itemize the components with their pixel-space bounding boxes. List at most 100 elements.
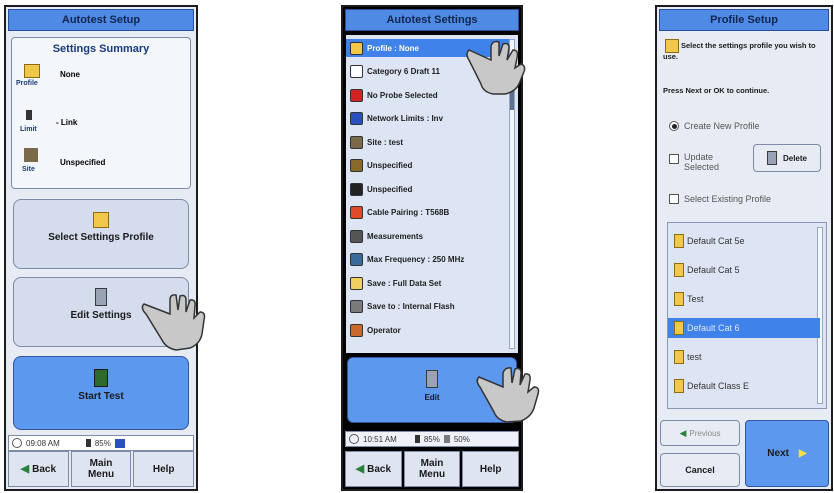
previous-label: Previous: [689, 428, 721, 438]
profile-list-item[interactable]: Default Cat 5e: [674, 231, 819, 251]
clipboard-icon: [95, 288, 107, 306]
back-button[interactable]: ◀ Back: [8, 451, 69, 487]
memory-icon: [443, 435, 450, 443]
start-test-icon: [94, 369, 108, 387]
summary-limit-value: - Link: [56, 118, 78, 127]
clock-icon: [12, 438, 22, 448]
settings-list-item[interactable]: Cable Pairing : T568B: [350, 204, 508, 222]
folder-icon: [93, 212, 109, 228]
main-menu-button[interactable]: Main Menu: [70, 451, 132, 487]
bottom-nav: ◀ Back Main Menu Help: [8, 451, 195, 487]
profile-list-item[interactable]: test: [674, 347, 819, 367]
settings-list-item[interactable]: Unspecified: [350, 157, 508, 175]
edit-settings-label: Edit Settings: [70, 310, 132, 321]
profile-list-item[interactable]: Test: [674, 289, 819, 309]
profile-list: Default Cat 5e Default Cat 5 Test Default C…: [667, 222, 827, 409]
settings-list-item-label: Category 6 Draft 11: [367, 67, 440, 76]
delete-label: Delete: [782, 153, 807, 163]
probe-icon: [350, 229, 363, 243]
battery-icon: [414, 435, 420, 443]
profile-name: test: [687, 352, 702, 362]
next-button[interactable]: Next ▶: [745, 420, 829, 487]
settings-list-item[interactable]: Operator: [350, 321, 508, 339]
folder-icon: [24, 64, 40, 78]
summary-row-limit: Limit - Link: [16, 108, 186, 144]
hand-pointer-icon: [141, 294, 206, 351]
status-time: 09:08 AM: [26, 438, 60, 448]
create-new-profile-label: Create New Profile: [684, 121, 760, 131]
settings-list-item-label: Cable Pairing : T568B: [367, 208, 450, 217]
bottom-nav: ◀ Back Main Menu Help: [345, 451, 520, 487]
autotest-setup-screen: Autotest Setup Settings Summary Profile …: [4, 5, 198, 491]
select-settings-profile-button[interactable]: Select Settings Profile: [13, 199, 189, 269]
profile-name: Default Class E: [687, 381, 750, 391]
create-new-profile-option[interactable]: Create New Profile: [669, 121, 760, 131]
status-battery: 85%: [94, 438, 111, 448]
delete-icon: [766, 151, 777, 165]
x-icon: [350, 88, 363, 102]
settings-list-item-label: No Probe Selected: [367, 90, 438, 100]
settings-list-item[interactable]: Save to : Internal Flash: [350, 298, 508, 316]
document-icon: [350, 65, 363, 78]
main-menu-label: Main Menu: [418, 458, 446, 480]
settings-list-item-label: Save to : Internal Flash: [367, 302, 455, 311]
instruction-continue-text: Press Next or OK to continue.: [663, 86, 770, 95]
instruction-text: Select the settings profile you wish to …: [663, 41, 816, 61]
previous-arrow-icon: ◀: [679, 427, 687, 438]
summary-profile-value: None: [60, 70, 80, 79]
profile-list-item[interactable]: Default Cat 5: [674, 260, 819, 280]
settings-list-item[interactable]: Save : Full Data Set: [350, 274, 508, 292]
status-bar: 10:51 AM 85% 50%: [345, 431, 519, 447]
main-menu-button[interactable]: Main Menu: [403, 451, 461, 487]
back-label: Back: [367, 463, 392, 475]
profile-list-item[interactable]: Default Class E: [674, 376, 819, 396]
settings-list-item[interactable]: Unspecified: [350, 180, 508, 198]
cancel-button[interactable]: Cancel: [660, 453, 740, 487]
profile-list-item[interactable]: Default Cat 6: [668, 318, 820, 338]
save-icon: [350, 276, 363, 290]
clock-icon: [349, 434, 359, 444]
profile-icon: [674, 292, 684, 306]
help-button[interactable]: Help: [133, 451, 195, 487]
select-existing-profile-option[interactable]: Select Existing Profile: [669, 194, 771, 204]
settings-list-item-label: Operator: [367, 325, 401, 335]
settings-list-item[interactable]: Network Limits : Inv: [350, 110, 508, 128]
settings-list-item-label: Network Limits : Inv: [367, 114, 444, 123]
cable-icon: [350, 112, 363, 125]
previous-button: ◀ Previous: [660, 420, 740, 446]
settings-list-item[interactable]: Site : test: [350, 133, 508, 151]
update-selected-option[interactable]: Update Selected: [669, 152, 759, 172]
settings-summary-title: Settings Summary: [52, 43, 150, 55]
status-battery: 85%: [423, 434, 440, 444]
profile-name: Default Cat 6: [687, 323, 740, 333]
profile-icon: [674, 350, 684, 364]
summary-row-site: Site Unspecified: [16, 146, 186, 182]
help-label: Help: [152, 463, 175, 475]
start-test-label: Start Test: [78, 391, 124, 402]
radio-create-new[interactable]: [669, 121, 679, 131]
back-button[interactable]: ◀ Back: [345, 451, 402, 487]
checkbox-update-selected[interactable]: [669, 154, 679, 164]
next-label: Next: [767, 448, 789, 459]
select-existing-profile-label: Select Existing Profile: [684, 194, 772, 204]
help-button[interactable]: Help: [462, 451, 520, 487]
folder-icon: [350, 41, 363, 55]
settings-list-item[interactable]: Max Frequency : 250 MHz: [350, 251, 508, 269]
summary-row-profile: Profile None: [16, 62, 186, 98]
settings-list-item[interactable]: Measurements: [350, 227, 508, 245]
profile-name: Default Cat 5: [687, 265, 740, 275]
profile-icon: [674, 321, 684, 335]
select-settings-profile-label: Select Settings Profile: [48, 232, 154, 243]
settings-list-item-label: Profile : None: [367, 43, 420, 53]
status-memory: 50%: [453, 434, 470, 444]
profile-name: Test: [687, 294, 704, 304]
settings-list-item-label: Max Frequency : 250 MHz: [367, 255, 465, 264]
start-test-button[interactable]: Start Test: [13, 356, 189, 430]
connector-icon: [350, 159, 363, 172]
checkbox-select-existing[interactable]: [669, 194, 679, 204]
main-menu-label: Main Menu: [87, 458, 115, 480]
jack-icon: [350, 182, 363, 196]
screen-title: Autotest Setup: [8, 9, 194, 31]
edit-label: Edit: [424, 393, 440, 402]
delete-button[interactable]: Delete: [753, 144, 821, 172]
